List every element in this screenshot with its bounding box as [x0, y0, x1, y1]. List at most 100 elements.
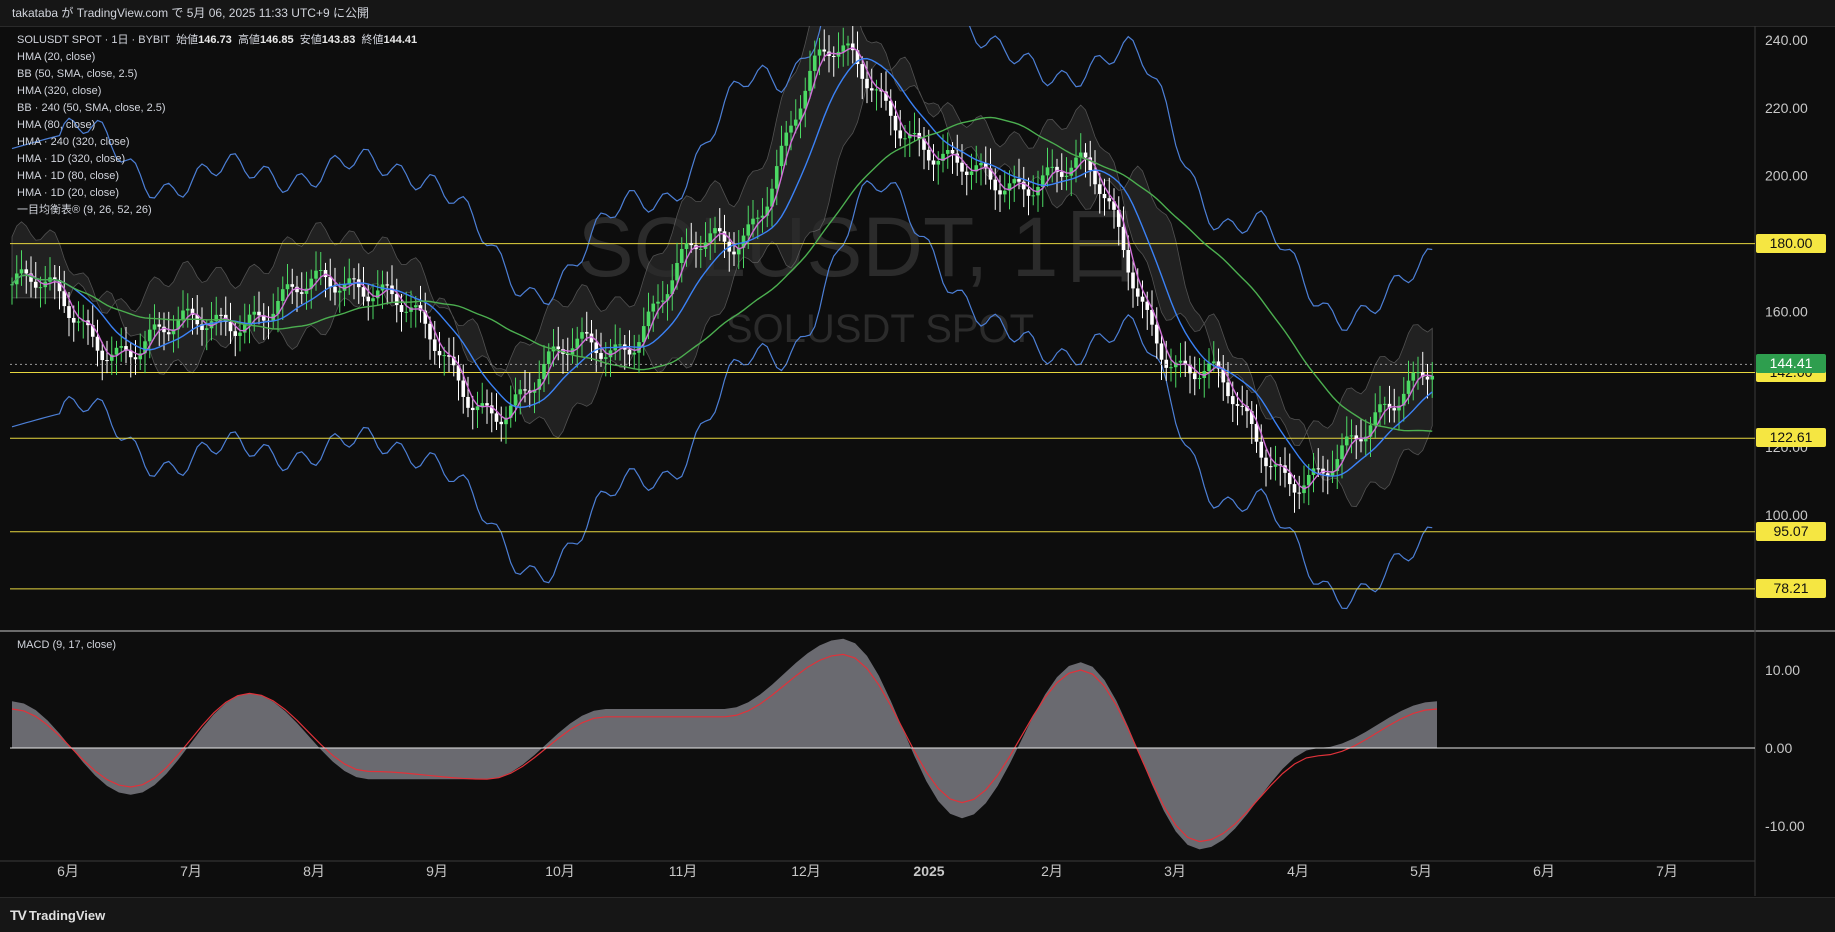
candle-body: [518, 389, 523, 395]
candle-body: [898, 130, 903, 139]
candle-body: [228, 321, 233, 332]
candle-body: [599, 353, 603, 359]
candle-body: [1169, 367, 1173, 369]
indicator-label[interactable]: HMA (20, close): [17, 49, 417, 66]
last-price-tag: 144.41: [1756, 354, 1826, 374]
candle-body: [969, 171, 974, 175]
candle-body: [998, 190, 1002, 195]
candle-body: [290, 284, 295, 287]
indicator-label[interactable]: HMA · 1D (80, close): [17, 168, 417, 185]
candle-body: [1416, 372, 1420, 374]
low-label: 安値: [299, 34, 322, 46]
publish-header: takataba が TradingView.com で 5月 06, 2025…: [0, 0, 1835, 27]
candle-body: [784, 132, 789, 146]
candle-body: [755, 217, 760, 219]
candle-body: [817, 49, 822, 56]
candle-body: [1211, 361, 1216, 364]
candle-body: [689, 243, 694, 246]
candle-body: [869, 88, 874, 91]
time-tick-label: 12月: [791, 863, 821, 879]
candle-body: [100, 350, 105, 361]
indicator-label[interactable]: BB (50, SMA, close, 2.5): [17, 66, 417, 83]
candle-body: [67, 306, 71, 318]
indicator-label[interactable]: BB · 240 (50, SMA, close, 2.5): [17, 100, 417, 117]
candle-body: [442, 355, 447, 357]
candle-body: [1349, 435, 1354, 437]
tradingview-logo[interactable]: TV TradingView: [10, 907, 105, 923]
candle-body: [466, 396, 470, 408]
price-tick-label: 220.00: [1765, 100, 1808, 116]
candle-body: [556, 346, 561, 350]
watermark-sub: SOLUSDT SPOT: [726, 307, 1034, 351]
candle-body: [1392, 408, 1397, 411]
candle-body: [1192, 373, 1197, 380]
candle-body: [1235, 404, 1240, 406]
low-value: 143.83: [321, 34, 356, 46]
indicator-label[interactable]: HMA (80, close): [17, 117, 417, 134]
time-tick-label: 5月: [1410, 863, 1432, 879]
candle-body: [979, 162, 983, 166]
candle-body: [485, 403, 489, 406]
candle-body: [779, 145, 784, 167]
candle-body: [713, 228, 717, 234]
candle-body: [584, 332, 589, 334]
candle-body: [1268, 466, 1273, 468]
indicator-label[interactable]: HMA (320, close): [17, 83, 417, 100]
indicator-label[interactable]: HMA · 240 (320, close): [17, 134, 417, 151]
candle-body: [774, 166, 779, 189]
candle-body: [732, 251, 736, 255]
candle-body: [936, 160, 941, 165]
time-tick-label: 11月: [669, 863, 698, 879]
time-tick-label: 3月: [1164, 863, 1186, 879]
candle-body: [361, 287, 366, 297]
macd-tick-label: 0.00: [1765, 740, 1792, 756]
candle-body: [461, 380, 466, 397]
candle-body: [656, 301, 660, 304]
candle-body: [105, 360, 109, 362]
candle-body: [594, 342, 599, 354]
indicator-label[interactable]: HMA · 1D (320, close): [17, 151, 417, 168]
indicator-label[interactable]: 一目均衡表® (9, 26, 52, 26): [17, 202, 417, 219]
candle-body: [1154, 324, 1159, 344]
level-price-tag: 122.61: [1756, 428, 1826, 448]
candle-body: [1316, 468, 1321, 470]
level-price-tag: 180.00: [1756, 233, 1826, 253]
candle-body: [945, 150, 950, 154]
candle-body: [33, 281, 38, 288]
candle-body: [846, 43, 850, 46]
candle-body: [1197, 377, 1202, 380]
candle-body: [337, 290, 342, 293]
candle-body: [119, 346, 124, 348]
candle-body: [1382, 403, 1387, 405]
candle-body: [238, 332, 242, 336]
indicator-label[interactable]: HMA · 1D (20, close): [17, 185, 417, 202]
candle-body: [494, 413, 499, 422]
ohlc-row: SOLUSDT SPOT · 1日 · BYBIT 始値146.73 高値146…: [17, 32, 417, 49]
candle-body: [1107, 198, 1112, 202]
candle-body: [1131, 272, 1135, 289]
candle-body: [19, 269, 24, 274]
candle-body: [1017, 179, 1021, 182]
price-tick-label: 100.00: [1765, 507, 1808, 523]
candle-body: [219, 314, 223, 316]
time-tick-label: 4月: [1287, 863, 1309, 879]
candle-body: [542, 363, 546, 380]
candle-body: [432, 339, 437, 351]
candle-body: [1292, 484, 1297, 493]
candle-body: [247, 314, 252, 324]
candle-body: [964, 171, 969, 175]
candle-body: [257, 311, 261, 316]
macd-legend[interactable]: MACD (9, 17, close): [17, 639, 116, 651]
candle-body: [1026, 189, 1031, 196]
symbol-label: SOLUSDT SPOT · 1日 · BYBIT: [17, 34, 171, 46]
time-tick-label: 6月: [1533, 863, 1555, 879]
publish-info: takataba が TradingView.com で 5月 06, 2025…: [12, 6, 369, 20]
candle-body: [1178, 360, 1183, 363]
candle-body: [746, 224, 751, 236]
candle-body: [698, 248, 703, 250]
candle-body: [865, 78, 869, 89]
candle-body: [1340, 445, 1344, 460]
candle-body: [1050, 166, 1055, 168]
candle-body: [1373, 412, 1378, 426]
candle-body: [133, 357, 138, 360]
